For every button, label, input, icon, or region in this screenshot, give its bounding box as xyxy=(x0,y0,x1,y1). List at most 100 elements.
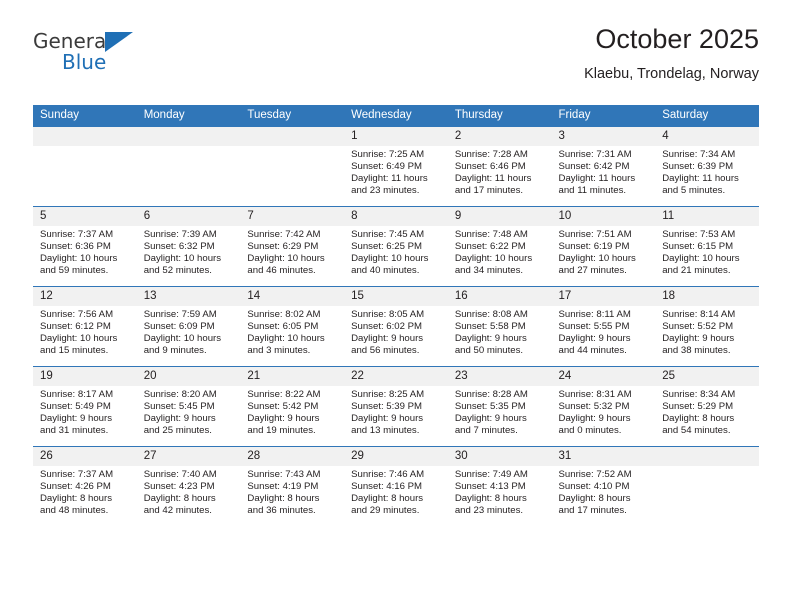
day-sun-details: Sunrise: 7:25 AM Sunset: 6:49 PM Daylight:… xyxy=(344,146,448,197)
calendar-day-cell[interactable]: 10 Sunrise: 7:51 AM Sunset: 6:19 PM Dayligh… xyxy=(551,206,656,287)
day-sun-details: Sunrise: 8:34 AM Sunset: 5:29 PM Daylight:… xyxy=(655,386,759,437)
daylight-text: and 56 minutes. xyxy=(351,345,420,357)
daylight-text: Daylight: 8 hours xyxy=(351,493,424,505)
daylight-text: and 46 minutes. xyxy=(247,265,316,277)
calendar-day-cell[interactable]: 20 Sunrise: 8:20 AM Sunset: 5:45 PM Dayligh… xyxy=(136,366,241,447)
daylight-text: and 23 minutes. xyxy=(351,185,420,197)
weekday-header-saturday: Saturday xyxy=(655,105,759,127)
daylight-text: and 5 minutes. xyxy=(662,185,726,197)
page-header: General Blue October 2025 Klaebu, Tronde… xyxy=(33,22,759,100)
calendar-day-cell[interactable]: 5 Sunrise: 7:37 AM Sunset: 6:36 PM Daylight… xyxy=(33,206,137,287)
daylight-text: Daylight: 10 hours xyxy=(247,333,325,345)
sunset-text: Sunset: 6:36 PM xyxy=(40,241,111,253)
sunrise-text: Sunrise: 8:05 AM xyxy=(351,309,425,320)
sunrise-text: Sunrise: 7:45 AM xyxy=(351,229,425,240)
calendar-day-cell[interactable]: 26 Sunrise: 7:37 AM Sunset: 4:26 PM Dayligh… xyxy=(33,446,137,526)
sunrise-text: Sunrise: 7:34 AM xyxy=(662,149,736,160)
calendar-day-cell[interactable]: 22 Sunrise: 8:25 AM Sunset: 5:39 PM Dayligh… xyxy=(344,366,448,447)
calendar-empty-cell xyxy=(240,126,345,207)
day-number: 26 xyxy=(33,447,137,466)
calendar-day-cell[interactable]: 17 Sunrise: 8:11 AM Sunset: 5:55 PM Dayligh… xyxy=(551,286,656,367)
calendar-day-cell[interactable]: 15 Sunrise: 8:05 AM Sunset: 6:02 PM Dayligh… xyxy=(344,286,448,367)
day-number: 11 xyxy=(655,207,759,226)
sunset-text: Sunset: 6:05 PM xyxy=(247,321,319,333)
sunset-text: Sunset: 6:09 PM xyxy=(143,321,215,333)
day-sun-details: Sunrise: 7:48 AM Sunset: 6:22 PM Daylight:… xyxy=(448,226,552,277)
daylight-text: Daylight: 10 hours xyxy=(40,253,118,265)
weekday-header-monday: Monday xyxy=(136,105,241,127)
sunrise-text: Sunrise: 7:56 AM xyxy=(40,309,114,320)
calendar-day-cell[interactable]: 6 Sunrise: 7:39 AM Sunset: 6:32 PM Daylight… xyxy=(136,206,241,287)
calendar-day-cell[interactable]: 1 Sunrise: 7:25 AM Sunset: 6:49 PM Daylight… xyxy=(344,126,448,207)
daylight-text: and 25 minutes. xyxy=(143,425,212,437)
sunset-text: Sunset: 5:55 PM xyxy=(558,321,630,333)
day-number: 15 xyxy=(344,287,448,306)
day-number: 20 xyxy=(136,367,241,386)
calendar-body: 1 Sunrise: 7:25 AM Sunset: 6:49 PM Daylight… xyxy=(33,126,759,526)
daylight-text: Daylight: 9 hours xyxy=(40,413,112,425)
daylight-text: and 11 minutes. xyxy=(558,185,627,197)
daylight-text: and 15 minutes. xyxy=(40,345,109,357)
calendar-day-cell[interactable]: 29 Sunrise: 7:46 AM Sunset: 4:16 PM Dayligh… xyxy=(344,446,448,526)
logo-text-blue: Blue xyxy=(62,50,107,74)
day-number: 19 xyxy=(33,367,137,386)
day-number: 31 xyxy=(551,447,656,466)
calendar-day-cell[interactable]: 8 Sunrise: 7:45 AM Sunset: 6:25 PM Daylight… xyxy=(344,206,448,287)
calendar-day-cell[interactable]: 30 Sunrise: 7:49 AM Sunset: 4:13 PM Dayligh… xyxy=(447,446,552,526)
daylight-text: Daylight: 10 hours xyxy=(351,253,429,265)
daylight-text: and 7 minutes. xyxy=(454,425,518,437)
calendar-day-cell[interactable]: 25 Sunrise: 8:34 AM Sunset: 5:29 PM Dayligh… xyxy=(655,366,759,447)
sunrise-text: Sunrise: 8:25 AM xyxy=(351,389,425,400)
calendar-week-row: 1 Sunrise: 7:25 AM Sunset: 6:49 PM Daylight… xyxy=(33,126,759,207)
daylight-text: Daylight: 10 hours xyxy=(40,333,118,345)
day-sun-details: Sunrise: 8:08 AM Sunset: 5:58 PM Daylight:… xyxy=(448,306,552,357)
general-blue-logo[interactable]: General Blue xyxy=(33,30,153,80)
day-number: 3 xyxy=(551,127,656,146)
sunset-text: Sunset: 6:22 PM xyxy=(454,241,526,253)
day-number: 16 xyxy=(447,287,552,306)
day-sun-details: Sunrise: 7:49 AM Sunset: 4:13 PM Daylight:… xyxy=(448,466,552,517)
calendar-day-cell[interactable]: 19 Sunrise: 8:17 AM Sunset: 5:49 PM Dayligh… xyxy=(33,366,137,447)
day-sun-details: Sunrise: 7:40 AM Sunset: 4:23 PM Daylight:… xyxy=(137,466,241,517)
sunrise-text: Sunrise: 8:11 AM xyxy=(558,309,631,320)
day-number: 2 xyxy=(447,127,552,146)
calendar-day-cell[interactable]: 9 Sunrise: 7:48 AM Sunset: 6:22 PM Daylight… xyxy=(447,206,552,287)
calendar-day-cell[interactable]: 7 Sunrise: 7:42 AM Sunset: 6:29 PM Daylight… xyxy=(240,206,345,287)
calendar-day-cell[interactable]: 28 Sunrise: 7:43 AM Sunset: 4:19 PM Dayligh… xyxy=(240,446,345,526)
daylight-text: Daylight: 9 hours xyxy=(351,413,424,425)
calendar-day-cell[interactable]: 16 Sunrise: 8:08 AM Sunset: 5:58 PM Dayligh… xyxy=(447,286,552,367)
daylight-text: Daylight: 10 hours xyxy=(143,333,222,345)
calendar-day-cell[interactable]: 11 Sunrise: 7:53 AM Sunset: 6:15 PM Dayligh… xyxy=(655,206,759,287)
daylight-text: and 34 minutes. xyxy=(454,265,524,277)
calendar-day-cell[interactable]: 27 Sunrise: 7:40 AM Sunset: 4:23 PM Dayligh… xyxy=(136,446,241,526)
sunset-text: Sunset: 4:23 PM xyxy=(143,481,215,493)
calendar-day-cell[interactable]: 18 Sunrise: 8:14 AM Sunset: 5:52 PM Dayligh… xyxy=(655,286,759,367)
weekday-header-sunday: Sunday xyxy=(33,105,137,127)
calendar-day-cell[interactable]: 14 Sunrise: 8:02 AM Sunset: 6:05 PM Dayligh… xyxy=(240,286,345,367)
calendar-day-cell[interactable]: 2 Sunrise: 7:28 AM Sunset: 6:46 PM Daylight… xyxy=(447,126,552,207)
page-title: October 2025 xyxy=(595,24,759,54)
weekday-header-wednesday: Wednesday xyxy=(344,105,448,127)
calendar-week-row: 26 Sunrise: 7:37 AM Sunset: 4:26 PM Dayligh… xyxy=(33,446,759,526)
sunset-text: Sunset: 6:15 PM xyxy=(662,241,734,253)
calendar-day-cell[interactable]: 13 Sunrise: 7:59 AM Sunset: 6:09 PM Dayligh… xyxy=(136,286,241,367)
day-number xyxy=(655,447,759,466)
daylight-text: and 3 minutes. xyxy=(247,345,311,357)
day-sun-details: Sunrise: 7:53 AM Sunset: 6:15 PM Daylight:… xyxy=(655,226,759,277)
calendar-day-cell[interactable]: 21 Sunrise: 8:22 AM Sunset: 5:42 PM Dayligh… xyxy=(240,366,345,447)
sunrise-text: Sunrise: 7:51 AM xyxy=(558,229,632,240)
calendar-day-cell[interactable]: 31 Sunrise: 7:52 AM Sunset: 4:10 PM Dayligh… xyxy=(551,446,656,526)
calendar-day-cell[interactable]: 4 Sunrise: 7:34 AM Sunset: 6:39 PM Daylight… xyxy=(655,126,759,207)
sunset-text: Sunset: 4:26 PM xyxy=(40,481,111,493)
day-number xyxy=(240,127,345,146)
day-sun-details: Sunrise: 7:59 AM Sunset: 6:09 PM Daylight:… xyxy=(137,306,241,357)
calendar-day-cell[interactable]: 12 Sunrise: 7:56 AM Sunset: 6:12 PM Dayligh… xyxy=(33,286,137,367)
daylight-text: and 21 minutes. xyxy=(662,265,731,277)
calendar-day-cell[interactable]: 3 Sunrise: 7:31 AM Sunset: 6:42 PM Daylight… xyxy=(551,126,656,207)
sunrise-text: Sunrise: 7:39 AM xyxy=(143,229,217,240)
daylight-text: and 31 minutes. xyxy=(40,425,109,437)
daylight-text: Daylight: 9 hours xyxy=(351,333,424,345)
day-sun-details: Sunrise: 8:25 AM Sunset: 5:39 PM Daylight:… xyxy=(344,386,448,437)
calendar-day-cell[interactable]: 24 Sunrise: 8:31 AM Sunset: 5:32 PM Dayligh… xyxy=(551,366,656,447)
calendar-day-cell[interactable]: 23 Sunrise: 8:28 AM Sunset: 5:35 PM Dayligh… xyxy=(447,366,552,447)
